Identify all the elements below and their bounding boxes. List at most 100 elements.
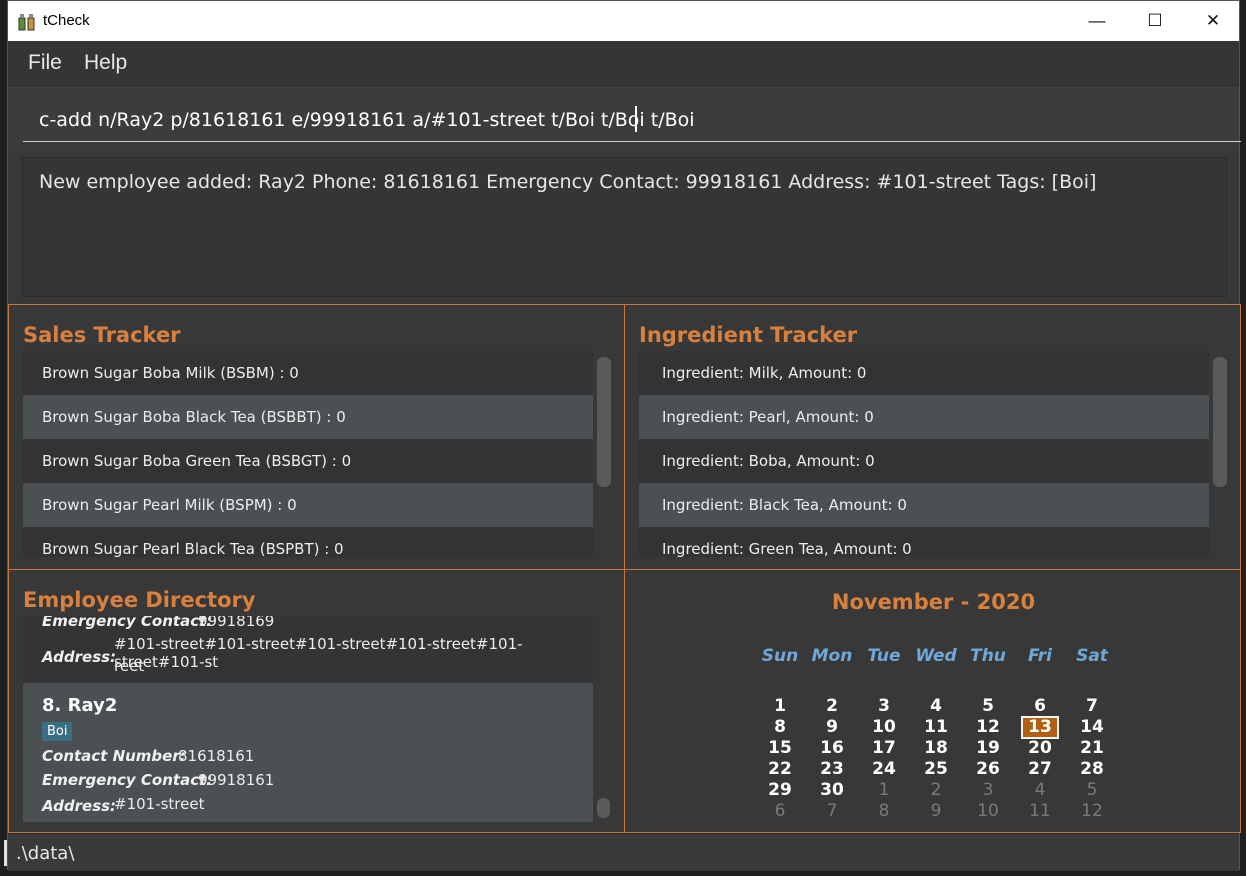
calendar-day-today[interactable]: 13 xyxy=(1014,716,1066,739)
maximize-button[interactable]: ☐ xyxy=(1126,1,1184,41)
ingredient-item[interactable]: Ingredient: Pearl, Amount: 0 xyxy=(639,395,1209,439)
ingredient-item[interactable]: Ingredient: Green Tea, Amount: 0 xyxy=(639,527,1209,557)
data-path: .\data\ xyxy=(16,843,75,864)
app-window: tCheck — ☐ ✕ File Help New employee adde… xyxy=(4,0,1241,871)
contact-number-label: Contact Number: xyxy=(42,747,186,765)
employee-card[interactable]: 8. Ray2 Boi Contact Number: 81618161 Eme… xyxy=(23,683,593,822)
calendar-day[interactable]: 8 xyxy=(754,717,806,738)
calendar-day[interactable]: 2 xyxy=(806,696,858,717)
calendar-day-number: 4 xyxy=(1034,780,1046,800)
employee-scrollbar[interactable] xyxy=(597,798,610,818)
calendar-day[interactable]: 26 xyxy=(962,759,1014,780)
sales-item[interactable]: Brown Sugar Boba Milk (BSBM) : 0 xyxy=(23,351,593,395)
calendar-day[interactable]: 5 xyxy=(962,696,1014,717)
ingredient-list[interactable]: Ingredient: Milk, Amount: 0 Ingredient: … xyxy=(639,351,1209,557)
calendar-day[interactable]: 15 xyxy=(754,738,806,759)
calendar-day[interactable]: 4 xyxy=(1014,780,1066,801)
calendar-day[interactable]: 17 xyxy=(858,738,910,759)
sales-tracker-panel: Sales Tracker Brown Sugar Boba Milk (BSB… xyxy=(8,304,625,570)
emergency-contact-label: Emergency Contact: xyxy=(42,771,213,789)
text-caret xyxy=(635,106,637,132)
calendar-day[interactable]: 18 xyxy=(910,738,962,759)
command-input[interactable] xyxy=(23,98,1241,142)
calendar-day[interactable]: 29 xyxy=(754,780,806,801)
calendar-day[interactable]: 19 xyxy=(962,738,1014,759)
employee-list[interactable]: Emergency Contact: 99918169 Address: #10… xyxy=(23,616,593,822)
calendar-day[interactable]: 7 xyxy=(806,801,858,822)
employee-card[interactable]: Emergency Contact: 99918169 Address: #10… xyxy=(23,616,593,682)
calendar-day-number: 2 xyxy=(930,780,942,800)
calendar-day[interactable]: 16 xyxy=(806,738,858,759)
calendar-day-number: 30 xyxy=(820,780,844,800)
calendar-day[interactable]: 24 xyxy=(858,759,910,780)
calendar-day[interactable]: 30 xyxy=(806,780,858,801)
calendar-day[interactable]: 2 xyxy=(910,780,962,801)
calendar-day-number: 11 xyxy=(924,717,948,737)
calendar-day[interactable]: 9 xyxy=(806,717,858,738)
calendar-day[interactable]: 5 xyxy=(1066,780,1118,801)
calendar-day[interactable]: 22 xyxy=(754,759,806,780)
sales-scrollbar[interactable] xyxy=(597,357,611,487)
menu-help[interactable]: Help xyxy=(84,51,127,75)
sales-item-label: Brown Sugar Boba Milk (BSBM) : 0 xyxy=(42,364,299,382)
calendar-day-number: 16 xyxy=(820,738,844,758)
sales-item[interactable]: Brown Sugar Pearl Milk (BSPM) : 0 xyxy=(23,483,593,527)
sales-item[interactable]: Brown Sugar Pearl Black Tea (BSPBT) : 0 xyxy=(23,527,593,557)
calendar-week: 6 7 8 9 10 11 12 xyxy=(754,801,1118,822)
calendar-day[interactable]: 14 xyxy=(1066,717,1118,738)
app-icon xyxy=(18,14,35,31)
calendar-day[interactable]: 11 xyxy=(1014,801,1066,822)
sales-item-label: Brown Sugar Pearl Black Tea (BSPBT) : 0 xyxy=(42,540,344,557)
ingredient-item[interactable]: Ingredient: Black Tea, Amount: 0 xyxy=(639,483,1209,527)
sales-item[interactable]: Brown Sugar Boba Green Tea (BSBGT) : 0 xyxy=(23,439,593,483)
ingredient-scrollbar[interactable] xyxy=(1213,357,1227,487)
sales-item-label: Brown Sugar Boba Green Tea (BSBGT) : 0 xyxy=(42,452,352,470)
calendar-day-number: 21 xyxy=(1080,738,1104,758)
calendar-week: 15 16 17 18 19 20 21 xyxy=(754,738,1118,759)
calendar-day[interactable]: 3 xyxy=(962,780,1014,801)
calendar-day[interactable]: 28 xyxy=(1066,759,1118,780)
ingredient-item[interactable]: Ingredient: Boba, Amount: 0 xyxy=(639,439,1209,483)
sales-tracker-title: Sales Tracker xyxy=(23,323,181,347)
calendar-day[interactable]: 8 xyxy=(858,801,910,822)
title-bar[interactable]: tCheck — ☐ ✕ xyxy=(8,1,1239,41)
calendar-day-number: 27 xyxy=(1028,759,1052,779)
calendar-day[interactable]: 27 xyxy=(1014,759,1066,780)
minimize-button[interactable]: — xyxy=(1068,1,1126,41)
calendar-day-number: 24 xyxy=(872,759,896,779)
calendar-day[interactable]: 6 xyxy=(754,801,806,822)
ingredient-item[interactable]: Ingredient: Milk, Amount: 0 xyxy=(639,351,1209,395)
calendar-day[interactable]: 6 xyxy=(1014,696,1066,717)
result-display[interactable]: New employee added: Ray2 Phone: 81618161… xyxy=(22,157,1227,297)
sales-item[interactable]: Brown Sugar Boba Black Tea (BSBBT) : 0 xyxy=(23,395,593,439)
calendar-day[interactable]: 21 xyxy=(1066,738,1118,759)
calendar-day[interactable]: 9 xyxy=(910,801,962,822)
calendar-week: 22 23 24 25 26 27 28 xyxy=(754,759,1118,780)
calendar-day[interactable]: 20 xyxy=(1014,738,1066,759)
close-button[interactable]: ✕ xyxy=(1184,1,1242,41)
calendar-day-number: 10 xyxy=(977,801,999,821)
menu-file[interactable]: File xyxy=(28,51,62,75)
calendar-day[interactable]: 1 xyxy=(858,780,910,801)
calendar-day[interactable]: 25 xyxy=(910,759,962,780)
calendar-day[interactable]: 4 xyxy=(910,696,962,717)
address-value-line2: reet xyxy=(114,657,145,675)
calendar-day-number: 8 xyxy=(774,717,786,737)
calendar-day[interactable]: 10 xyxy=(858,717,910,738)
calendar-week: 29 30 1 2 3 4 5 xyxy=(754,780,1118,801)
sales-list[interactable]: Brown Sugar Boba Milk (BSBM) : 0 Brown S… xyxy=(23,351,593,557)
calendar-day-number: 8 xyxy=(878,801,890,821)
weekday-mon: Mon xyxy=(811,646,853,666)
calendar-day[interactable]: 1 xyxy=(754,696,806,717)
calendar-week: 1 2 3 4 5 6 7 xyxy=(754,696,1118,717)
calendar-week: 8 9 10 11 12 13 14 xyxy=(754,716,1118,739)
emergency-contact-value: 99918169 xyxy=(198,616,275,630)
calendar-day[interactable]: 3 xyxy=(858,696,910,717)
calendar-day-number: 19 xyxy=(976,738,1000,758)
calendar-day[interactable]: 7 xyxy=(1066,696,1118,717)
calendar-day[interactable]: 23 xyxy=(806,759,858,780)
calendar-day[interactable]: 12 xyxy=(962,717,1014,738)
calendar-day[interactable]: 11 xyxy=(910,717,962,738)
calendar-day[interactable]: 10 xyxy=(962,801,1014,822)
calendar-day[interactable]: 12 xyxy=(1066,801,1118,822)
